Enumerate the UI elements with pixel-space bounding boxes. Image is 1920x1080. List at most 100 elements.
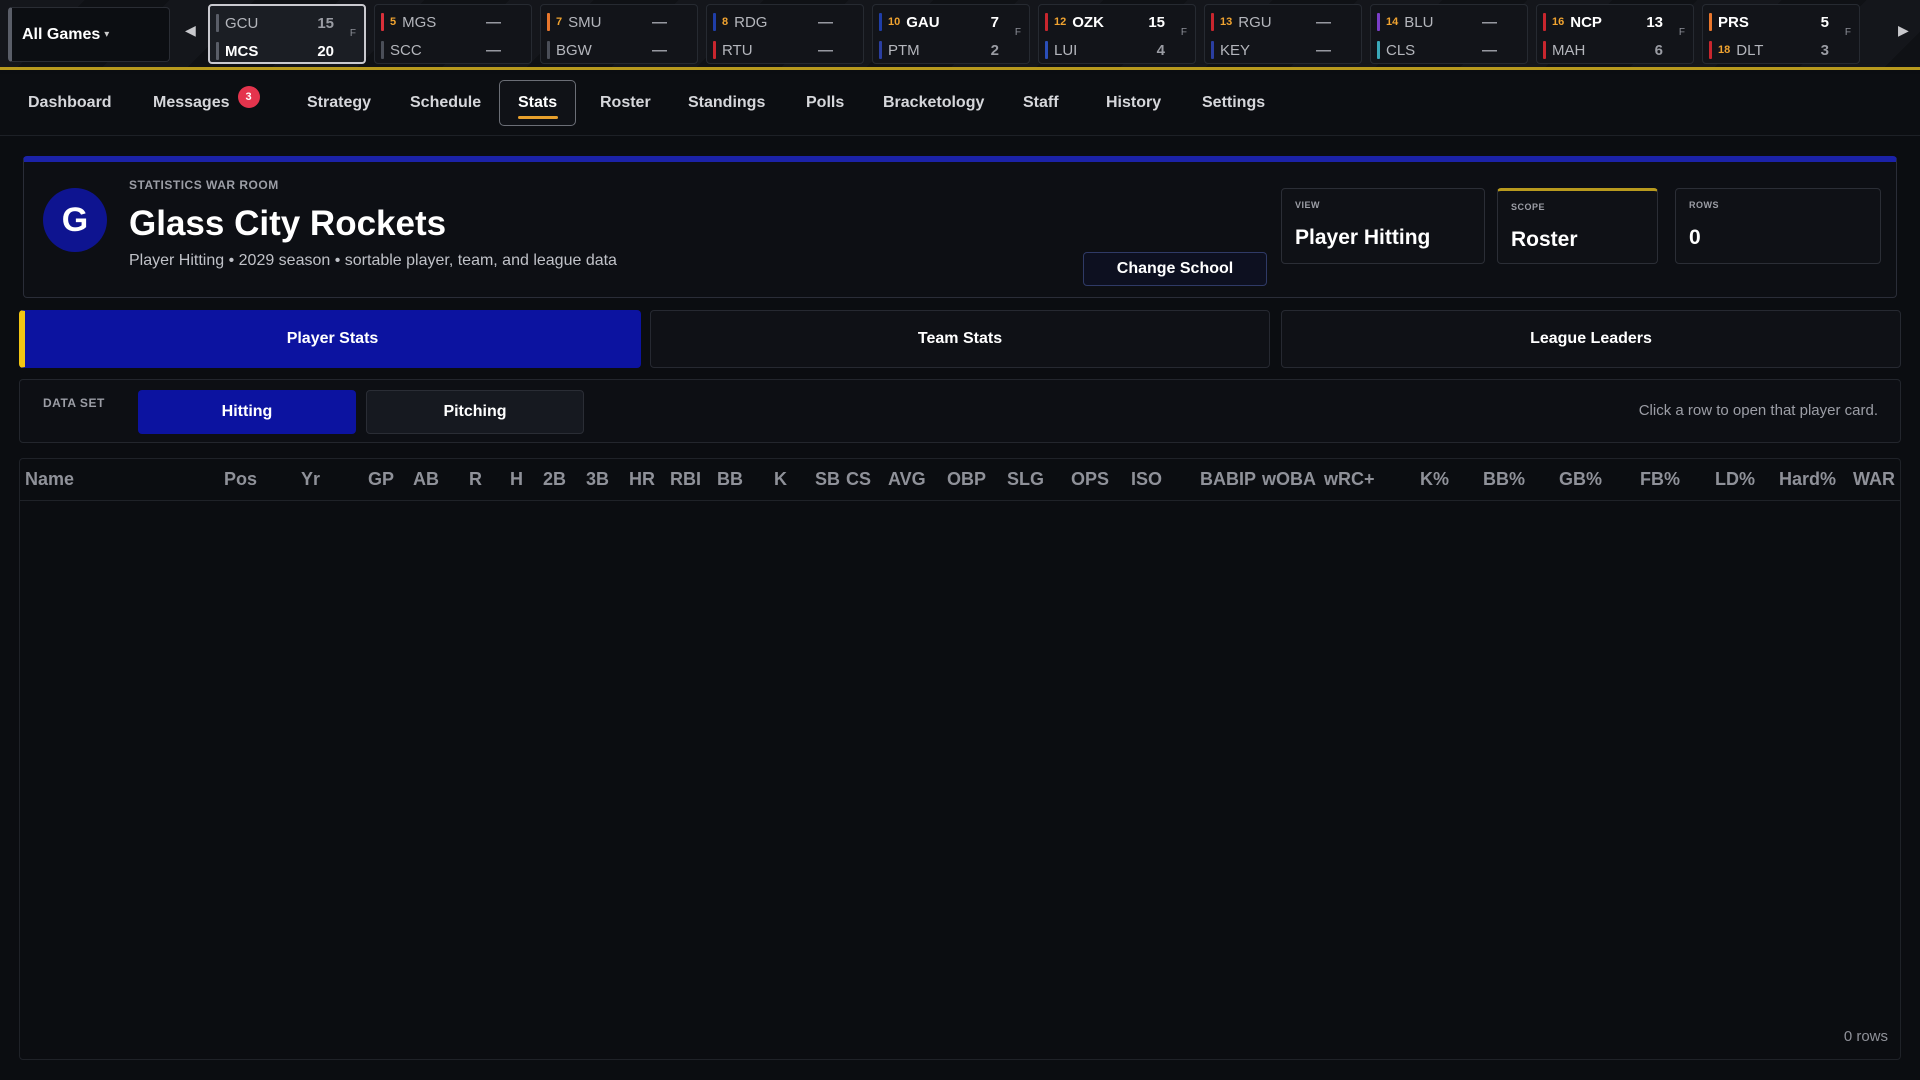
nav-tab-roster[interactable]: Roster — [582, 80, 669, 126]
nav-tab-messages[interactable]: Messages 3 — [135, 80, 278, 126]
ticker-right-arrow-icon[interactable]: ▶ — [1898, 22, 1909, 39]
column-header-yr[interactable]: Yr — [301, 469, 320, 490]
team-score: — — [1316, 13, 1331, 31]
team-color-bar — [1045, 13, 1048, 31]
game-card[interactable]: 10 GAU 7 PTM 2 F — [872, 4, 1030, 64]
nav-tab-bracketology[interactable]: Bracketology — [865, 80, 1002, 126]
column-header-fb[interactable]: FB% — [1640, 469, 1680, 490]
column-header-sb[interactable]: SB — [815, 469, 840, 490]
nav-tab-schedule[interactable]: Schedule — [392, 80, 499, 126]
team-score: — — [486, 41, 501, 59]
game-team-row: 12 OZK 15 — [1039, 9, 1195, 35]
nav-tab-polls[interactable]: Polls — [788, 80, 862, 126]
game-team-row: RTU — — [707, 37, 863, 63]
column-header-k[interactable]: K — [774, 469, 787, 490]
game-card[interactable]: 7 SMU — BGW — — [540, 4, 698, 64]
column-header-gb[interactable]: GB% — [1559, 469, 1602, 490]
column-header-name[interactable]: Name — [25, 469, 74, 490]
scoreboard-ticker: All Games ▾ ◀ GCU 15 MCS 20 F 5 MGS — SCC — 7 SMU — B… — [0, 0, 1920, 70]
column-header-wrc[interactable]: wRC+ — [1324, 469, 1375, 490]
nav-tab-staff[interactable]: Staff — [1005, 80, 1077, 126]
team-rank: 7 — [556, 16, 563, 28]
team-abbr: KEY — [1220, 41, 1251, 59]
game-card[interactable]: 12 OZK 15 LUI 4 F — [1038, 4, 1196, 64]
tab-player-stats[interactable]: Player Stats — [19, 310, 641, 368]
all-games-dropdown[interactable]: All Games ▾ — [8, 7, 170, 62]
game-team-row: LUI 4 — [1039, 37, 1195, 63]
game-card[interactable]: 5 MGS — SCC — — [374, 4, 532, 64]
final-indicator: F — [1180, 27, 1187, 38]
view-value: Player Hitting — [1295, 226, 1431, 249]
column-header-k[interactable]: K% — [1420, 469, 1449, 490]
team-score: 20 — [317, 42, 334, 60]
team-abbr: PTM — [888, 41, 920, 59]
column-header-obp[interactable]: OBP — [947, 469, 986, 490]
game-team-row: 7 SMU — — [541, 9, 697, 35]
nav-tab-settings[interactable]: Settings — [1184, 80, 1283, 126]
nav-tab-label: Dashboard — [28, 94, 112, 111]
team-rank: 10 — [888, 16, 901, 28]
nav-tab-dashboard[interactable]: Dashboard — [10, 80, 130, 126]
team-score: 4 — [1156, 41, 1165, 59]
column-header-r[interactable]: R — [469, 469, 482, 490]
team-color-bar — [1543, 13, 1546, 31]
nav-tab-history[interactable]: History — [1088, 80, 1179, 126]
rows-value: 0 — [1689, 226, 1701, 249]
pitching-button[interactable]: Pitching — [366, 390, 584, 434]
game-card[interactable]: 16 NCP 13 MAH 6 F — [1536, 4, 1694, 64]
column-header-iso[interactable]: ISO — [1131, 469, 1162, 490]
team-rank: 18 — [1718, 44, 1731, 56]
column-header-avg[interactable]: AVG — [888, 469, 926, 490]
column-header-pos[interactable]: Pos — [224, 469, 257, 490]
ticker-left-arrow-icon[interactable]: ◀ — [185, 22, 196, 39]
game-card[interactable]: 8 RDG — RTU — — [706, 4, 864, 64]
nav-tab-label: Settings — [1202, 94, 1266, 111]
column-header-slg[interactable]: SLG — [1007, 469, 1044, 490]
team-rank: 14 — [1386, 16, 1399, 28]
team-abbr: DLT — [1736, 41, 1764, 59]
game-card[interactable]: GCU 15 MCS 20 F — [208, 4, 366, 64]
scope-value: Roster — [1511, 228, 1578, 251]
column-header-ops[interactable]: OPS — [1071, 469, 1109, 490]
tab-team-stats[interactable]: Team Stats — [650, 310, 1270, 368]
column-header-3b[interactable]: 3B — [586, 469, 609, 490]
column-header-cs[interactable]: CS — [846, 469, 871, 490]
column-header-h[interactable]: H — [510, 469, 523, 490]
team-color-bar — [1709, 41, 1712, 59]
team-abbr: BGW — [556, 41, 592, 59]
team-score: — — [818, 13, 833, 31]
column-header-woba[interactable]: wOBA — [1262, 469, 1316, 490]
tab-league-leaders[interactable]: League Leaders — [1281, 310, 1901, 368]
nav-tab-label: Roster — [600, 94, 651, 111]
team-score: 5 — [1820, 13, 1829, 31]
team-color-bar — [1045, 41, 1048, 59]
column-header-bb[interactable]: BB% — [1483, 469, 1525, 490]
column-header-ld[interactable]: LD% — [1715, 469, 1755, 490]
team-color-bar — [547, 13, 550, 31]
team-abbr: NCP — [1570, 13, 1602, 31]
team-abbr: RGU — [1238, 13, 1272, 31]
rows-count: 0 rows — [1843, 1028, 1888, 1045]
nav-tab-strategy[interactable]: Strategy — [289, 80, 389, 126]
nav-tab-standings[interactable]: Standings — [670, 80, 783, 126]
column-header-hard[interactable]: Hard% — [1779, 469, 1836, 490]
team-rank: 13 — [1220, 16, 1233, 28]
column-header-2b[interactable]: 2B — [543, 469, 566, 490]
view-label: VIEW — [1295, 200, 1321, 210]
column-header-war[interactable]: WAR — [1853, 469, 1895, 490]
column-header-gp[interactable]: GP — [368, 469, 394, 490]
change-school-button[interactable]: Change School — [1083, 252, 1267, 286]
column-header-hr[interactable]: HR — [629, 469, 655, 490]
game-card[interactable]: PRS 5 18 DLT 3 F — [1702, 4, 1860, 64]
team-abbr: LUI — [1054, 41, 1078, 59]
team-score: 6 — [1654, 41, 1663, 59]
column-header-babip[interactable]: BABIP — [1200, 469, 1256, 490]
column-header-ab[interactable]: AB — [413, 469, 439, 490]
nav-tab-stats[interactable]: Stats — [499, 80, 577, 126]
scope-label: SCOPE — [1511, 202, 1546, 212]
hitting-button[interactable]: Hitting — [138, 390, 356, 434]
column-header-rbi[interactable]: RBI — [670, 469, 701, 490]
game-card[interactable]: 14 BLU — CLS — — [1370, 4, 1528, 64]
column-header-bb[interactable]: BB — [717, 469, 743, 490]
game-card[interactable]: 13 RGU — KEY — — [1204, 4, 1362, 64]
